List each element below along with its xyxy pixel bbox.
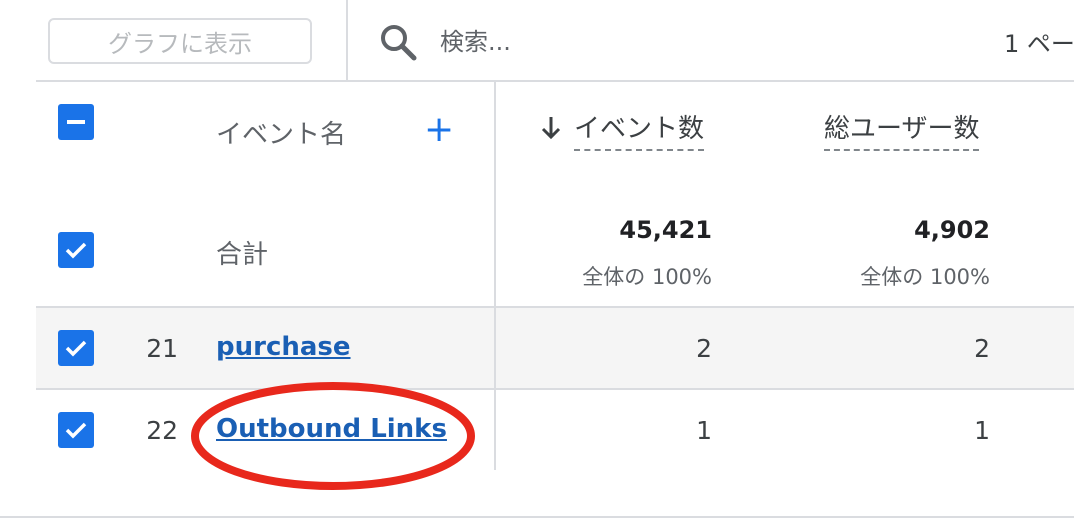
- row-column-divider: [494, 308, 496, 388]
- search-icon[interactable]: [378, 22, 418, 62]
- select-all-checkbox[interactable]: [58, 104, 94, 140]
- row-index: 21: [146, 334, 178, 363]
- total-users-percent: 全体の 100%: [860, 265, 990, 289]
- row-checkbox[interactable]: [58, 330, 94, 366]
- show-in-chart-button[interactable]: グラフに表示: [48, 18, 312, 64]
- plus-icon[interactable]: +: [424, 112, 454, 148]
- toolbar-divider: [346, 0, 348, 80]
- total-event-count: 45,421: [619, 216, 712, 244]
- total-users-cell: 2: [974, 334, 990, 363]
- event-count-cell: 2: [696, 334, 712, 363]
- totals-label: 合計: [216, 240, 269, 270]
- dimension-column-header[interactable]: イベント名: [216, 114, 346, 151]
- highlight-circle-annotation: [191, 382, 475, 490]
- event-count-column-header[interactable]: イベント数: [574, 108, 705, 151]
- check-icon: [65, 422, 87, 439]
- dimension-column-divider: [494, 80, 496, 470]
- arrow-down-icon[interactable]: [539, 114, 563, 142]
- indeterminate-checkbox-icon: [67, 120, 85, 124]
- event-count-cell: 1: [696, 416, 712, 445]
- pagination-label: 1 ペー: [1004, 30, 1074, 58]
- total-users: 4,902: [914, 216, 990, 244]
- totals-checkbox[interactable]: [58, 232, 94, 268]
- toolbar-bottom-divider: [36, 80, 1074, 82]
- table-bottom-border: [0, 516, 1074, 518]
- total-users-column-header[interactable]: 総ユーザー数: [824, 108, 980, 151]
- total-event-count-percent: 全体の 100%: [582, 265, 712, 289]
- event-name-link[interactable]: purchase: [216, 332, 351, 362]
- search-input[interactable]: [440, 22, 840, 62]
- row-index: 22: [146, 416, 178, 445]
- check-icon: [65, 340, 87, 357]
- row-checkbox[interactable]: [58, 412, 94, 448]
- check-icon: [65, 242, 87, 259]
- total-users-cell: 1: [974, 416, 990, 445]
